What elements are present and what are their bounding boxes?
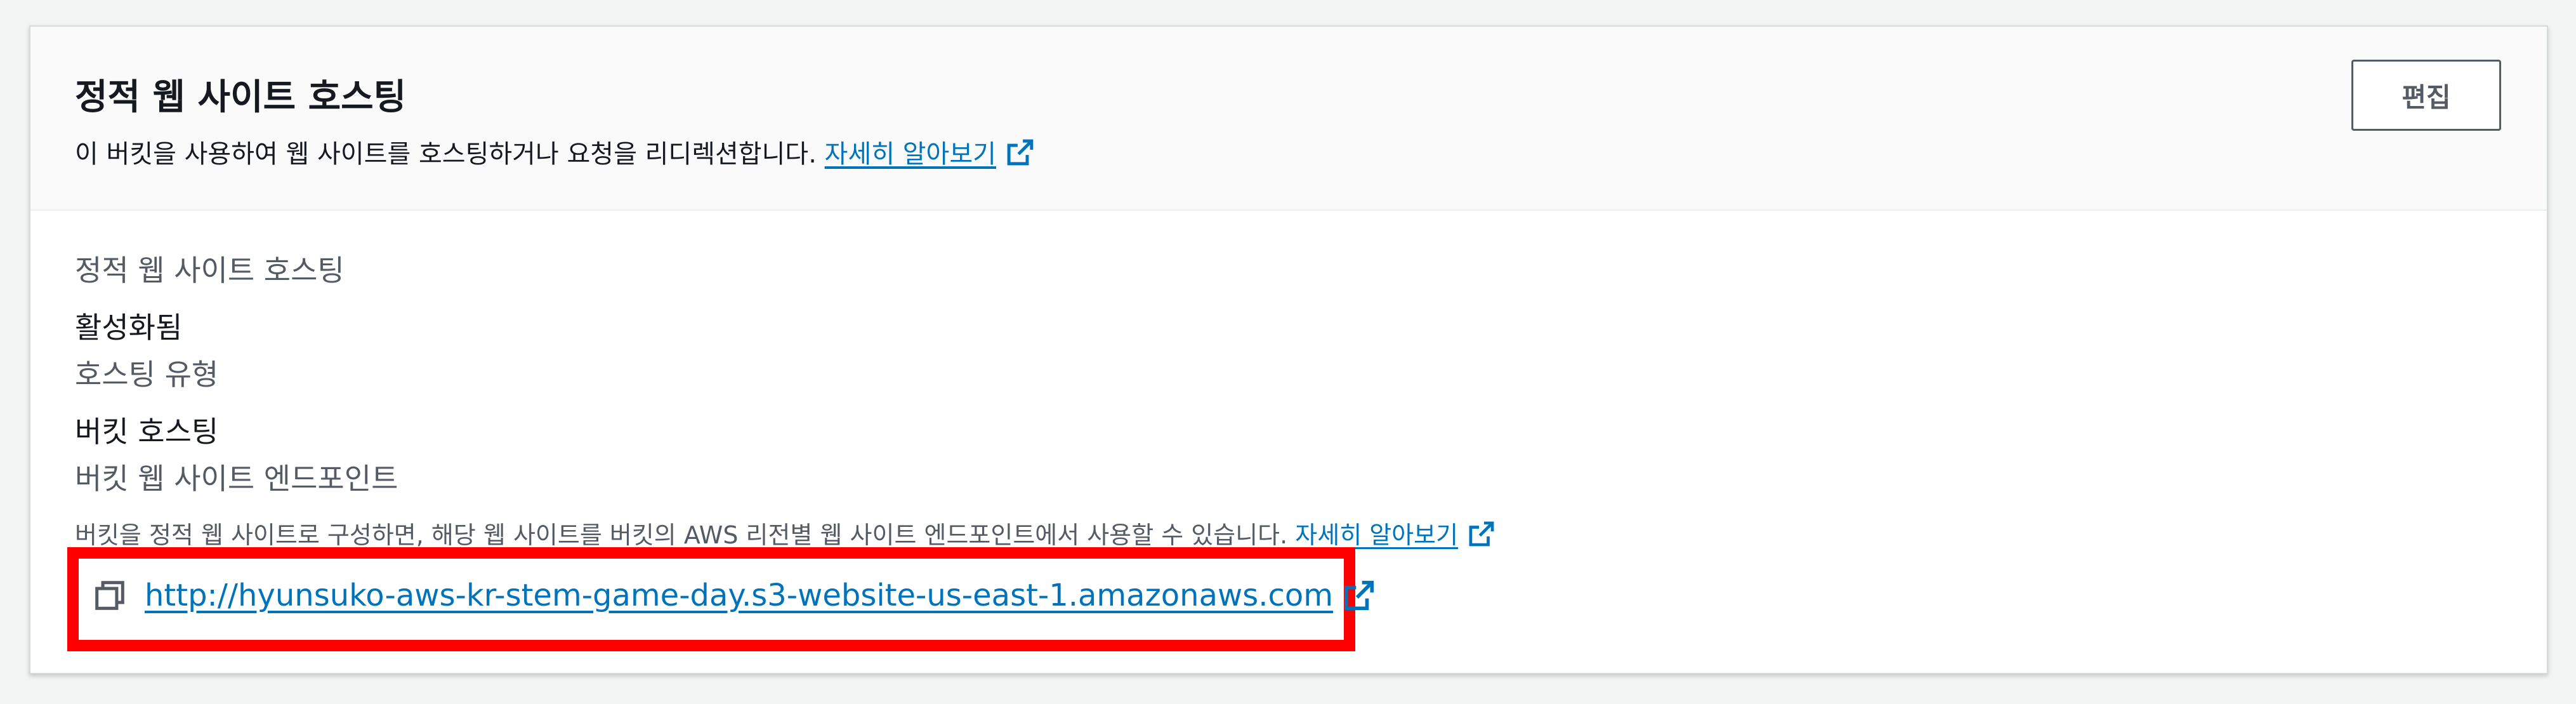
endpoint-learn-more-text: 자세히 알아보기: [1295, 521, 1459, 549]
panel-title: 정적 웹 사이트 호스팅: [75, 77, 407, 118]
endpoint-row: http://hyunsuko-aws-kr-stem-game-day.s3-…: [94, 578, 1375, 613]
hosting-type-label: 호스팅 유형: [75, 357, 219, 392]
static-website-hosting-panel: 정적 웹 사이트 호스팅 이 버킷을 사용하여 웹 사이트를 호스팅하거나 요청…: [29, 25, 2548, 674]
copy-icon[interactable]: [94, 580, 126, 611]
bucket-endpoint-label: 버킷 웹 사이트 엔드포인트: [75, 462, 398, 496]
external-link-icon[interactable]: [1343, 580, 1375, 611]
panel-subtitle-text: 이 버킷을 사용하여 웹 사이트를 호스팅하거나 요청을 리디렉션합니다.: [75, 140, 817, 169]
endpoint-description: 버킷을 정적 웹 사이트로 구성하면, 해당 웹 사이트를 버킷의 AWS 리전…: [75, 515, 1495, 550]
external-link-icon[interactable]: [1006, 138, 1034, 166]
endpoint-description-text: 버킷을 정적 웹 사이트로 구성하면, 해당 웹 사이트를 버킷의 AWS 리전…: [75, 521, 1288, 549]
endpoint-learn-more-link[interactable]: 자세히 알아보기: [1295, 521, 1458, 549]
external-link-icon[interactable]: [1468, 521, 1495, 547]
panel-subtitle: 이 버킷을 사용하여 웹 사이트를 호스팅하거나 요청을 리디렉션합니다. 자세…: [75, 133, 1034, 170]
learn-more-link[interactable]: 자세히 알아보기: [825, 140, 996, 169]
static-hosting-label: 정적 웹 사이트 호스팅: [75, 253, 345, 288]
edit-button[interactable]: 편집: [2351, 60, 2501, 131]
bucket-endpoint-link[interactable]: http://hyunsuko-aws-kr-stem-game-day.s3-…: [145, 578, 1333, 613]
panel-header: 정적 웹 사이트 호스팅 이 버킷을 사용하여 웹 사이트를 호스팅하거나 요청…: [30, 27, 2547, 211]
static-hosting-status: 활성화됨: [75, 310, 183, 345]
hosting-type-value: 버킷 호스팅: [75, 415, 219, 449]
learn-more-link-text: 자세히 알아보기: [824, 140, 996, 169]
